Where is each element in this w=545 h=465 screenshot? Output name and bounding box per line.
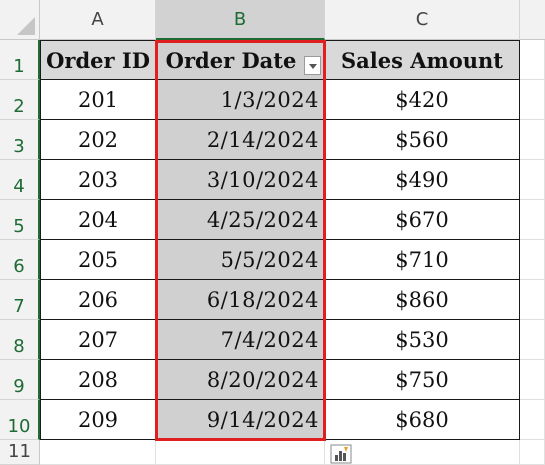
row-header-8[interactable]: 8 — [0, 320, 40, 360]
column-header-a[interactable]: A — [40, 0, 156, 40]
row-header-11[interactable]: 11 — [0, 440, 40, 465]
cell-sales-amount[interactable]: $560 — [325, 120, 520, 160]
cell-order-id[interactable]: 202 — [40, 120, 156, 160]
row-header-2[interactable]: 2 — [0, 80, 40, 120]
cell-order-date[interactable]: 2/14/2024 — [156, 120, 325, 160]
cell-order-date[interactable]: 4/25/2024 — [156, 200, 325, 240]
cell-order-date[interactable]: 7/4/2024 — [156, 320, 325, 360]
cell-order-id[interactable]: 206 — [40, 280, 156, 320]
chevron-down-icon — [309, 64, 317, 69]
row-header-6[interactable]: 6 — [0, 240, 40, 280]
empty-cell[interactable] — [520, 40, 545, 80]
empty-cell[interactable] — [520, 120, 545, 160]
empty-cell[interactable] — [520, 320, 545, 360]
cell-sales-amount[interactable]: $420 — [325, 80, 520, 120]
cell-sales-amount[interactable]: $680 — [325, 400, 520, 440]
header-sales-amount[interactable]: Sales Amount — [325, 40, 520, 80]
cell-order-id[interactable]: 204 — [40, 200, 156, 240]
empty-cell[interactable] — [520, 280, 545, 320]
header-order-date[interactable]: Order Date — [156, 40, 325, 80]
row-header-9[interactable]: 9 — [0, 360, 40, 400]
column-header-next[interactable] — [520, 0, 545, 40]
cell-sales-amount[interactable]: $490 — [325, 160, 520, 200]
cell-order-id[interactable]: 209 — [40, 400, 156, 440]
empty-cell[interactable] — [520, 240, 545, 280]
cell-order-id[interactable]: 205 — [40, 240, 156, 280]
column-header-c[interactable]: C — [325, 0, 520, 40]
row-header-5[interactable]: 5 — [0, 200, 40, 240]
cell-order-id[interactable]: 203 — [40, 160, 156, 200]
quick-analysis-icon[interactable] — [330, 444, 352, 464]
row-header-4[interactable]: 4 — [0, 160, 40, 200]
header-order-id[interactable]: Order ID — [40, 40, 156, 80]
row-header-1[interactable]: 1 — [0, 40, 40, 80]
column-header-b[interactable]: B — [156, 0, 325, 40]
empty-cell[interactable] — [520, 80, 545, 120]
cell-order-date[interactable]: 3/10/2024 — [156, 160, 325, 200]
cell-order-date[interactable]: 9/14/2024 — [156, 400, 325, 440]
select-all-triangle-icon — [17, 17, 35, 35]
cell-order-date[interactable]: 5/5/2024 — [156, 240, 325, 280]
empty-cell[interactable] — [156, 440, 325, 465]
cell-sales-amount[interactable]: $670 — [325, 200, 520, 240]
cell-order-date[interactable]: 6/18/2024 — [156, 280, 325, 320]
empty-cell[interactable] — [520, 360, 545, 400]
cell-sales-amount[interactable]: $750 — [325, 360, 520, 400]
cell-order-id[interactable]: 207 — [40, 320, 156, 360]
row-header-10[interactable]: 10 — [0, 400, 40, 440]
empty-cell[interactable] — [40, 440, 156, 465]
filter-dropdown-button[interactable] — [304, 56, 321, 75]
cell-order-id[interactable]: 201 — [40, 80, 156, 120]
empty-cell[interactable] — [520, 160, 545, 200]
cell-order-id[interactable]: 208 — [40, 360, 156, 400]
empty-cell[interactable] — [520, 200, 545, 240]
row-header-3[interactable]: 3 — [0, 120, 40, 160]
select-all-corner[interactable] — [0, 0, 40, 40]
empty-cell[interactable] — [520, 400, 545, 440]
empty-cell[interactable] — [520, 440, 545, 465]
cell-order-date[interactable]: 8/20/2024 — [156, 360, 325, 400]
cell-sales-amount[interactable]: $710 — [325, 240, 520, 280]
cell-sales-amount[interactable]: $860 — [325, 280, 520, 320]
empty-cell[interactable] — [325, 440, 520, 465]
cell-order-date[interactable]: 1/3/2024 — [156, 80, 325, 120]
spreadsheet-grid: A B C 1 2 3 4 5 6 7 8 9 10 11 Order ID O… — [0, 0, 545, 465]
cell-sales-amount[interactable]: $530 — [325, 320, 520, 360]
row-header-7[interactable]: 7 — [0, 280, 40, 320]
